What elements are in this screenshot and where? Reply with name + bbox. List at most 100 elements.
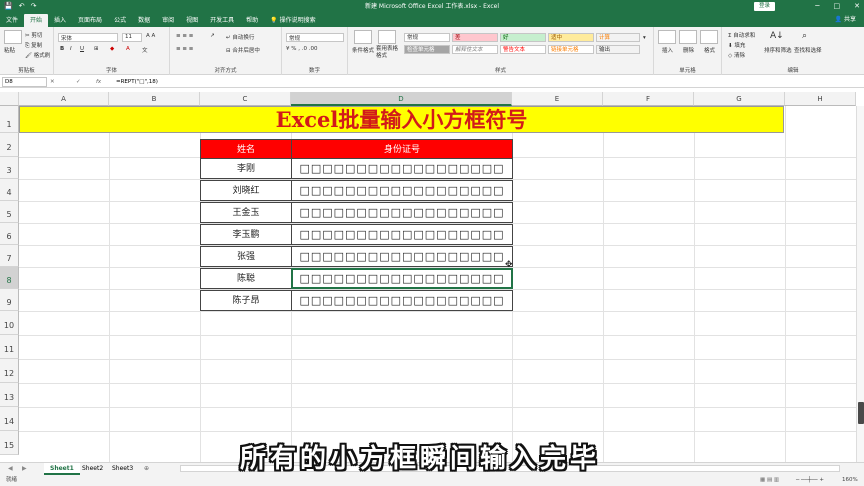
enter-icon[interactable]: ✓ — [76, 76, 81, 88]
cancel-icon[interactable]: ✕ — [50, 76, 55, 88]
table-format-button[interactable]: 套用表格格式 — [376, 46, 400, 60]
style-neutral[interactable]: 适中 — [548, 33, 594, 42]
number-format-select[interactable]: 常规 — [286, 33, 344, 42]
tab-data[interactable]: 数据 — [132, 14, 156, 27]
autosum-button[interactable]: Σ 自动求和 — [728, 31, 755, 39]
style-check-cell[interactable]: 检查单元格 — [404, 45, 450, 54]
sheet-tab-1[interactable]: Sheet1 — [44, 463, 80, 475]
formula-input[interactable]: =REPT("□",18) — [116, 76, 158, 88]
merge-center-button[interactable]: ⊟ 合并后居中 — [226, 46, 260, 54]
id-cell-active[interactable]: □□□□□□□□□□□□□□□□□□ — [291, 268, 513, 289]
sheet-nav-right-icon[interactable]: ▶ — [16, 463, 33, 475]
row-header-10[interactable]: 10 — [0, 311, 19, 335]
row-header-9[interactable]: 9 — [0, 289, 19, 311]
tab-insert[interactable]: 插入 — [48, 14, 72, 27]
tab-developer[interactable]: 开发工具 — [204, 14, 240, 27]
column-header-a[interactable]: A — [19, 92, 109, 106]
add-sheet-icon[interactable]: ⊕ — [138, 463, 155, 475]
row-header-6[interactable]: 6 — [0, 223, 19, 245]
paste-icon[interactable] — [4, 30, 22, 44]
table-format-icon[interactable] — [378, 30, 396, 44]
font-size-select[interactable]: 11 — [122, 33, 142, 42]
font-color-icon[interactable]: A — [126, 46, 130, 52]
vertical-scrollbar[interactable] — [856, 106, 864, 462]
row-header-13[interactable]: 13 — [0, 383, 19, 407]
sort-filter-icon[interactable]: A↓ — [770, 31, 784, 41]
row-header-15[interactable]: 15 — [0, 431, 19, 455]
vertical-scroll-thumb[interactable] — [858, 402, 864, 424]
id-cell[interactable]: □□□□□□□□□□□□□□□□□□ — [291, 158, 513, 179]
id-cell[interactable]: □□□□□□□□□□□□□□□□□□ — [291, 246, 513, 267]
row-header-7[interactable]: 7 — [0, 245, 19, 267]
zoom-slider[interactable]: ─ ──┼── + — [796, 475, 824, 486]
view-buttons-icon[interactable]: ▦ ▤ ▥ — [760, 475, 779, 486]
conditional-format-icon[interactable] — [354, 30, 372, 44]
column-header-g[interactable]: G — [694, 92, 785, 106]
row-header-8[interactable]: 8 — [0, 267, 19, 289]
bold-button[interactable]: B — [60, 46, 64, 52]
column-header-b[interactable]: B — [109, 92, 200, 106]
style-output[interactable]: 输出 — [596, 45, 640, 54]
insert-cells-icon[interactable] — [658, 30, 676, 44]
style-explanatory[interactable]: 解释性文本 — [452, 45, 498, 54]
id-cell[interactable]: □□□□□□□□□□□□□□□□□□ — [291, 202, 513, 223]
id-cell[interactable]: □□□□□□□□□□□□□□□□□□ — [291, 180, 513, 201]
font-grow-icon[interactable]: A A — [146, 33, 155, 39]
tab-view[interactable]: 视图 — [180, 14, 204, 27]
row-header-4[interactable]: 4 — [0, 179, 19, 201]
clear-button[interactable]: ◇ 清除 — [728, 51, 745, 59]
maximize-icon[interactable]: □ — [834, 0, 841, 13]
name-cell[interactable]: 张强 — [200, 246, 292, 267]
close-icon[interactable]: ✕ — [854, 0, 860, 13]
name-box[interactable]: D8 — [2, 77, 47, 87]
format-painter-button[interactable]: 🖌 格式刷 — [25, 51, 50, 59]
row-header-2[interactable]: 2 — [0, 133, 19, 157]
tab-formulas[interactable]: 公式 — [108, 14, 132, 27]
italic-button[interactable]: I — [70, 46, 72, 52]
orientation-icon[interactable]: ↗ — [210, 33, 215, 39]
align-top-icon[interactable]: ≡ ≡ ≡ — [176, 33, 193, 39]
conditional-format-button[interactable]: 条件格式 — [352, 46, 374, 54]
delete-cells-icon[interactable] — [679, 30, 697, 44]
tab-help[interactable]: 帮助 — [240, 14, 264, 27]
header-cell-id[interactable]: 身份证号 — [291, 139, 513, 159]
tab-home[interactable]: 开始 — [24, 14, 49, 27]
zoom-level[interactable]: 160% — [842, 475, 858, 486]
format-cells-button[interactable]: 格式 — [704, 46, 715, 54]
name-cell[interactable]: 李玉鹏 — [200, 224, 292, 245]
row-header-5[interactable]: 5 — [0, 201, 19, 223]
underline-button[interactable]: U — [80, 46, 84, 52]
login-button[interactable]: 登录 — [754, 2, 776, 11]
border-icon[interactable]: ⊞ — [94, 46, 99, 52]
fill-color-icon[interactable]: ◆ — [110, 46, 114, 52]
sort-filter-button[interactable]: 排序和筛选 — [764, 46, 792, 54]
wrap-text-button[interactable]: ↵ 自动换行 — [226, 33, 254, 41]
fill-button[interactable]: ⬇ 填充 — [728, 41, 745, 49]
sheet-tab-2[interactable]: Sheet2 — [76, 463, 109, 475]
tab-review[interactable]: 审阅 — [156, 14, 180, 27]
id-cell[interactable]: □□□□□□□□□□□□□□□□□□ — [291, 290, 513, 311]
cut-button[interactable]: ✂ 剪切 — [25, 31, 42, 39]
font-name-select[interactable]: 宋体 — [58, 33, 118, 42]
column-header-d[interactable]: D — [291, 92, 512, 106]
find-select-button[interactable]: 查找和选择 — [794, 46, 822, 54]
name-cell[interactable]: 刘晓红 — [200, 180, 292, 201]
header-cell-name[interactable]: 姓名 — [200, 139, 292, 159]
column-header-c[interactable]: C — [200, 92, 291, 106]
style-linked-cell[interactable]: 链接单元格 — [548, 45, 594, 54]
find-select-icon[interactable]: ⌕ — [802, 31, 807, 41]
select-all-corner[interactable] — [0, 92, 19, 106]
name-cell[interactable]: 李刚 — [200, 158, 292, 179]
style-bad[interactable]: 差 — [452, 33, 498, 42]
row-header-11[interactable]: 11 — [0, 335, 19, 359]
row-header-3[interactable]: 3 — [0, 157, 19, 179]
style-calculation[interactable]: 计算 — [596, 33, 640, 42]
column-header-e[interactable]: E — [512, 92, 603, 106]
name-cell[interactable]: 陈聪 — [200, 268, 292, 289]
style-warning[interactable]: 警告文本 — [500, 45, 546, 54]
column-header-f[interactable]: F — [603, 92, 694, 106]
phonetic-icon[interactable]: 文 — [142, 46, 148, 54]
row-header-12[interactable]: 12 — [0, 359, 19, 383]
paste-button[interactable]: 粘贴 — [4, 46, 15, 54]
id-cell[interactable]: □□□□□□□□□□□□□□□□□□ — [291, 224, 513, 245]
